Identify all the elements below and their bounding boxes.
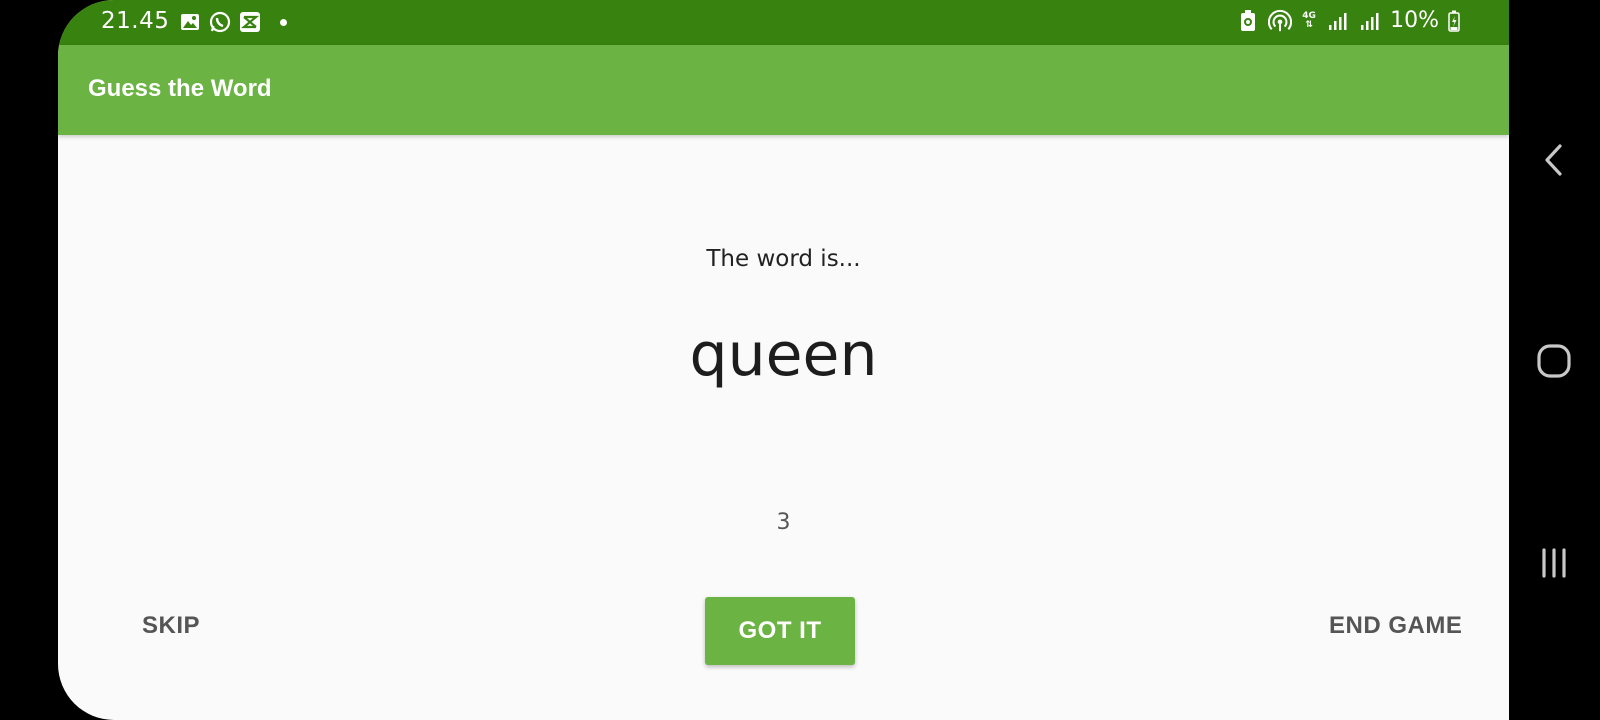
status-system-icons: 4G ⇅ 10% [1236, 8, 1461, 33]
score-value: 3 [776, 510, 791, 535]
word-label: The word is... [706, 246, 861, 272]
app-bar: Guess the Word [58, 45, 1509, 135]
current-word: queen [689, 320, 878, 390]
hotspot-icon [1268, 9, 1293, 33]
navigation-bar [1509, 0, 1600, 720]
notification-dot [280, 18, 287, 26]
status-notification-icons [178, 10, 287, 34]
battery-charging-icon [1447, 9, 1461, 33]
capcut-icon [238, 10, 262, 34]
whatsapp-icon [208, 10, 232, 34]
skip-button[interactable]: SKIP [142, 612, 200, 640]
got-it-button[interactable]: GOT IT [705, 597, 855, 665]
back-icon[interactable] [1534, 140, 1574, 180]
end-game-button[interactable]: END GAME [1329, 612, 1462, 640]
home-icon[interactable] [1534, 341, 1574, 381]
signal-icon-2 [1358, 9, 1382, 33]
status-time: 21.45 [101, 8, 170, 34]
status-bar: 21.45 4G ⇅ 10% [58, 0, 1509, 45]
battery-saver-icon [1236, 9, 1260, 33]
battery-percent: 10% [1390, 8, 1439, 33]
data-arrows: ⇅ [1305, 19, 1313, 30]
gallery-icon [178, 10, 202, 34]
recents-icon[interactable] [1534, 543, 1574, 583]
signal-icon [1326, 9, 1350, 33]
app-title: Guess the Word [88, 75, 272, 102]
phone-screen: 21.45 4G ⇅ 10% Guess the Word The word i… [58, 0, 1509, 720]
4g-icon: 4G ⇅ [1300, 9, 1318, 33]
